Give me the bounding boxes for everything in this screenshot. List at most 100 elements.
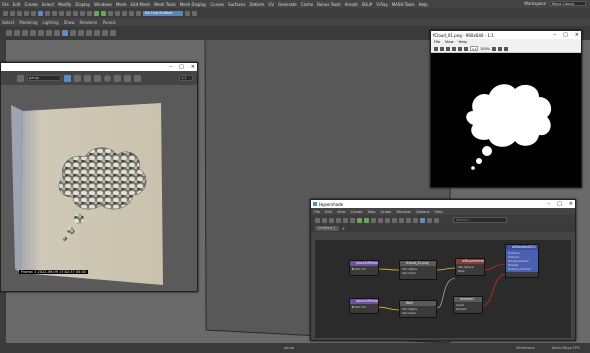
full-mode-icon[interactable] <box>392 217 397 223</box>
simple-mode-icon[interactable] <box>378 217 383 223</box>
submenu-panels[interactable]: Panels <box>103 20 116 25</box>
new-scene-icon[interactable] <box>3 10 8 16</box>
menu-graph[interactable]: Graph <box>380 210 391 214</box>
minimize-icon[interactable]: – <box>554 31 557 39</box>
minimize-icon[interactable]: – <box>170 63 173 71</box>
snap-grid-icon[interactable] <box>413 217 418 223</box>
menu-arnold[interactable]: Arnold <box>345 2 358 7</box>
snap-curve-icon[interactable] <box>66 10 71 16</box>
search-input[interactable]: Search... <box>453 217 507 223</box>
menu-generate[interactable]: Generate <box>278 2 297 7</box>
workspace-dropdown[interactable]: Maya Classic <box>550 1 586 6</box>
node-file1[interactable]: fcloud_01.png Out Alpha Out Color <box>399 260 437 280</box>
clear-graph-icon[interactable] <box>336 217 341 223</box>
open-scene-icon[interactable] <box>10 10 15 16</box>
ipr-render-icon[interactable] <box>101 10 106 16</box>
circle-icon[interactable] <box>104 74 111 82</box>
menu-select[interactable]: Select <box>42 2 54 7</box>
camera-attrs-icon[interactable] <box>14 30 20 36</box>
layout-icon[interactable] <box>371 217 376 223</box>
bookmark-icon[interactable] <box>22 30 28 36</box>
next-frame-icon[interactable] <box>452 46 456 51</box>
connected-mode-icon[interactable] <box>385 217 390 223</box>
undo-icon[interactable] <box>24 10 29 16</box>
graph-output-icon[interactable] <box>329 217 334 223</box>
menu-create[interactable]: Create <box>351 210 363 214</box>
submenu-lighting[interactable]: Lighting <box>43 20 59 25</box>
menu-help[interactable]: Help <box>435 210 443 214</box>
snap-view-icon[interactable] <box>80 10 85 16</box>
paste-icon[interactable] <box>124 74 131 82</box>
submenu-modeling[interactable]: Modeling <box>19 20 37 25</box>
node-aidisplacement1[interactable]: aiDisplacement1 Vec SpaceDisp <box>455 258 485 276</box>
menu-help[interactable]: Help <box>459 40 467 44</box>
smooth-shade-icon[interactable] <box>70 30 76 36</box>
menu-tabs[interactable]: Tabs <box>367 210 375 214</box>
close-icon[interactable]: × <box>575 31 579 39</box>
menu-view[interactable]: View <box>445 40 454 44</box>
redo-icon[interactable] <box>31 10 36 16</box>
menu-window[interactable]: Window <box>396 210 410 214</box>
camera-dropdown[interactable]: persp <box>27 75 61 81</box>
menu-uv[interactable]: UV <box>268 2 274 7</box>
menu-bonus-tools[interactable]: Bonus Tools <box>317 2 340 7</box>
port-uv[interactable] <box>352 306 354 308</box>
submenu-show[interactable]: Show <box>64 20 75 25</box>
node-place2dtexture2[interactable]: place2dTexture2 Out UV <box>349 298 379 314</box>
custom-mode-icon[interactable] <box>399 217 404 223</box>
zoom-field[interactable]: 1:1 <box>179 75 193 81</box>
menu-help[interactable]: Help <box>419 2 428 7</box>
port-uv[interactable] <box>352 268 354 270</box>
node-aistandardsg1[interactable]: aiStandardSG1 Surface Volume Displacemen… <box>505 244 539 278</box>
render-region-icon[interactable] <box>64 74 71 82</box>
film-gate-icon[interactable] <box>46 30 52 36</box>
grid-icon[interactable] <box>38 30 44 36</box>
play-icon[interactable] <box>446 46 450 51</box>
snapshot-icon[interactable] <box>74 74 81 82</box>
menu-mash-tools[interactable]: MASH Tools <box>392 2 415 7</box>
snap-grid-icon[interactable] <box>59 10 64 16</box>
rgb-icon[interactable] <box>492 46 497 51</box>
menu-edit[interactable]: Edit <box>13 2 21 7</box>
save-scene-icon[interactable] <box>17 10 22 16</box>
frame-selected-icon[interactable] <box>364 217 369 223</box>
graph-both-icon[interactable] <box>322 217 327 223</box>
maximize-icon[interactable]: □ <box>563 31 568 39</box>
menu-soup[interactable]: SOuP <box>362 2 373 7</box>
stop-icon[interactable] <box>134 74 141 82</box>
close-icon[interactable]: × <box>191 63 195 71</box>
menu-mesh[interactable]: Mesh <box>116 2 127 7</box>
node-reverse1[interactable]: reverse1 Input Output <box>453 296 483 314</box>
maximize-icon[interactable]: □ <box>179 63 184 71</box>
menu-mesh-tools[interactable]: Mesh Tools <box>154 2 176 7</box>
camera-icon[interactable] <box>6 30 12 36</box>
remove-selected-icon[interactable] <box>350 217 355 223</box>
node-place2dtexture1[interactable]: place2dTexture1 Out UV <box>349 260 379 276</box>
bookmark-icon[interactable] <box>427 217 432 223</box>
menu-view[interactable]: View <box>337 210 346 214</box>
minimize-icon[interactable]: – <box>548 200 551 208</box>
resolution-gate-icon[interactable] <box>54 30 60 36</box>
vray-render-icon[interactable] <box>192 10 197 16</box>
menu-windows[interactable]: Windows <box>94 2 112 7</box>
add-selected-icon[interactable] <box>343 217 348 223</box>
copy-icon[interactable] <box>114 74 121 82</box>
arnold-render-icon[interactable] <box>185 10 190 16</box>
menu-modify[interactable]: Modify <box>58 2 71 7</box>
maximize-icon[interactable]: □ <box>557 200 562 208</box>
add-tab-button[interactable]: + <box>342 226 345 231</box>
menu-surfaces[interactable]: Surfaces <box>228 2 245 7</box>
menu-file[interactable]: File <box>434 40 440 44</box>
symmetry-icon[interactable] <box>136 10 141 16</box>
menu-curves[interactable]: Curves <box>210 2 224 7</box>
menu-edit-mesh[interactable]: Edit Mesh <box>131 2 151 7</box>
graph-input-icon[interactable] <box>315 217 320 223</box>
wireframe-icon[interactable] <box>62 30 68 36</box>
alpha-icon[interactable] <box>498 46 503 51</box>
snap-surface-icon[interactable] <box>87 10 92 16</box>
lock-icon[interactable] <box>122 10 127 16</box>
first-frame-icon[interactable] <box>434 46 438 51</box>
menu-display[interactable]: Display <box>75 2 90 7</box>
crop-icon[interactable] <box>17 74 24 82</box>
frame-all-icon[interactable] <box>357 217 362 223</box>
